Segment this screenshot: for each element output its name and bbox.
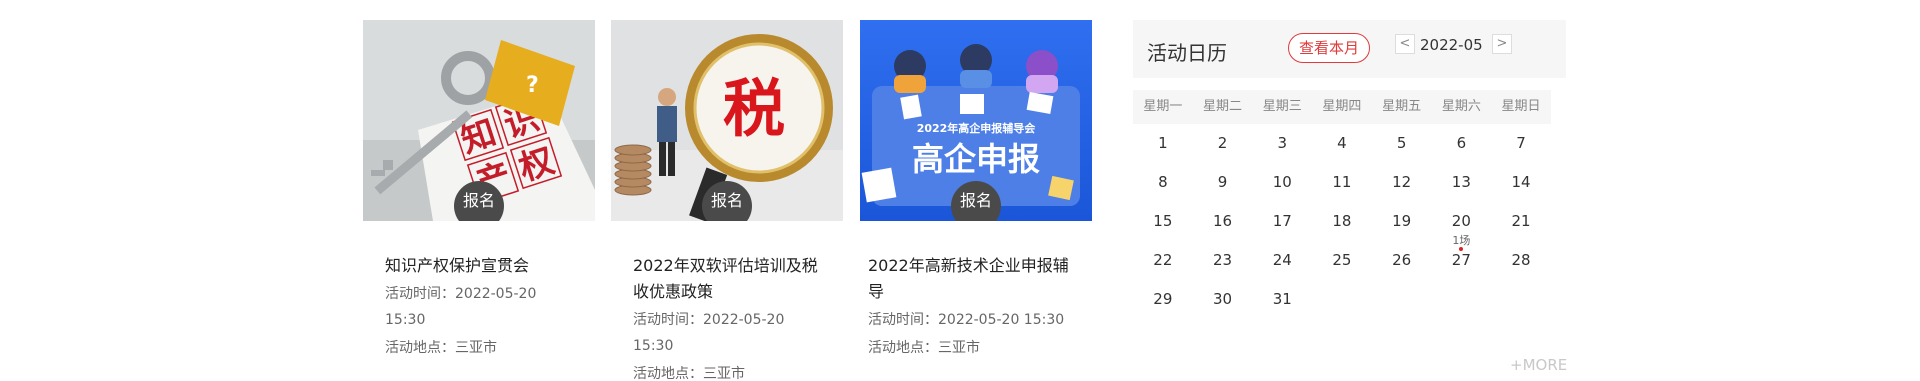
card-title[interactable]: 知识产权保护宣贯会 xyxy=(385,253,575,279)
weekday-label: 星期五 xyxy=(1382,99,1422,114)
calendar-day[interactable]: 30 xyxy=(1193,290,1253,308)
card-title[interactable]: 2022年高新技术企业申报辅导 xyxy=(868,253,1072,305)
calendar-day[interactable]: 17 xyxy=(1252,212,1312,230)
calendar-day[interactable]: 7 xyxy=(1491,134,1551,152)
calendar-day[interactable]: 13 xyxy=(1432,173,1492,191)
calendar-day[interactable]: 15 xyxy=(1133,212,1193,230)
current-month: 2022-05 xyxy=(1420,36,1483,54)
high-tech-meeting-image[interactable]: 2022年高企申报辅导会 高企申报 报名 xyxy=(860,20,1092,221)
chevron-right-icon[interactable]: > xyxy=(1492,34,1512,54)
calendar-day[interactable]: 11 xyxy=(1312,173,1372,191)
calendar-day[interactable]: 28 xyxy=(1491,251,1551,269)
activity-time: 活动时间：2022-05-20 15:30 xyxy=(385,286,537,328)
more-link[interactable]: +MORE xyxy=(1510,356,1567,374)
weekday-label: 星期三 xyxy=(1262,99,1302,114)
calendar-day[interactable]: 9 xyxy=(1193,173,1253,191)
activity-card-3[interactable]: 2022年高企申报辅导会 高企申报 报名 2022年高新技术企业申报辅导 活动时… xyxy=(860,20,1092,361)
calendar-day[interactable]: 31 xyxy=(1252,290,1312,308)
activity-location: 活动地点：三亚市 xyxy=(633,366,745,381)
weekday-header: 星期一 星期二 星期三 星期四 星期五 星期六 星期日 xyxy=(1133,90,1551,124)
weekday-label: 星期六 xyxy=(1441,99,1481,114)
calendar-day[interactable]: 4 xyxy=(1312,134,1372,152)
calendar-title: 活动日历 xyxy=(1147,41,1227,65)
calendar-day[interactable]: 21 xyxy=(1491,212,1551,230)
calendar-day[interactable]: 2 xyxy=(1193,134,1253,152)
this-month-button[interactable]: 查看本月 xyxy=(1288,33,1370,63)
calendar-header: 活动日历 查看本月 < 2022-05 > xyxy=(1133,20,1566,78)
calendar-day[interactable]: 3 xyxy=(1252,134,1312,152)
activity-card-2[interactable]: 税 报名 2022年双软评估培训及税 收优惠政策 活动时间：2022-05-20… xyxy=(611,20,843,381)
card-title[interactable]: 2022年双软评估培训及税 收优惠政策 xyxy=(633,253,823,305)
chevron-left-icon[interactable]: < xyxy=(1395,34,1415,54)
tax-char: 税 xyxy=(723,72,785,145)
calendar-day[interactable]: 23 xyxy=(1193,251,1253,269)
calendar-day[interactable]: 10 xyxy=(1252,173,1312,191)
weekday-label: 星期日 xyxy=(1501,99,1541,114)
activity-location: 活动地点：三亚市 xyxy=(385,340,497,356)
ip-keys-image[interactable]: 知 识 产 权 ? 报名 xyxy=(363,20,595,221)
banner-title: 高企申报 xyxy=(912,140,1040,178)
calendar-day[interactable]: 29 xyxy=(1133,290,1193,308)
calendar-day[interactable]: 5 xyxy=(1372,134,1432,152)
calendar-day[interactable]: 6 xyxy=(1432,134,1492,152)
weekday-label: 星期二 xyxy=(1203,99,1243,114)
event-count[interactable]: 1场 xyxy=(1432,232,1492,248)
activity-calendar: 活动日历 查看本月 < 2022-05 > 星期一 星期二 星期三 星期四 星期五 星期六… xyxy=(1133,20,1566,380)
tax-magnifier-image[interactable]: 税 报名 xyxy=(611,20,843,221)
calendar-day[interactable]: 8 xyxy=(1133,173,1193,191)
activity-time: 活动时间：2022-05-20 15:30 xyxy=(633,312,785,354)
weekday-label: 星期四 xyxy=(1322,99,1362,114)
calendar-day[interactable]: 16 xyxy=(1193,212,1253,230)
calendar-day[interactable]: 24 xyxy=(1252,251,1312,269)
calendar-day[interactable]: 12 xyxy=(1372,173,1432,191)
calendar-day[interactable]: 19 xyxy=(1372,212,1432,230)
calendar-day[interactable]: 25 xyxy=(1312,251,1372,269)
svg-text:?: ? xyxy=(526,73,539,98)
activity-location: 活动地点：三亚市 xyxy=(868,340,980,356)
weekday-label: 星期一 xyxy=(1143,99,1183,114)
banner-subtitle: 2022年高企申报辅导会 xyxy=(917,121,1037,135)
calendar-day[interactable]: 27 xyxy=(1432,251,1492,269)
calendar-day[interactable]: 18 xyxy=(1312,212,1372,230)
activity-section: 知 识 产 权 ? 报名 知识产权保护宣贯会 活动时间：2022-05-20 1… xyxy=(0,0,1920,381)
calendar-day[interactable]: 1 xyxy=(1133,134,1193,152)
calendar-day[interactable]: 22 xyxy=(1133,251,1193,269)
activity-card-1[interactable]: 知 识 产 权 ? 报名 知识产权保护宣贯会 活动时间：2022-05-20 1… xyxy=(363,20,595,361)
activity-time: 活动时间：2022-05-20 15:30 xyxy=(868,312,1065,328)
calendar-day[interactable]: 20 xyxy=(1432,212,1492,230)
calendar-day[interactable]: 14 xyxy=(1491,173,1551,191)
calendar-day[interactable]: 26 xyxy=(1372,251,1432,269)
